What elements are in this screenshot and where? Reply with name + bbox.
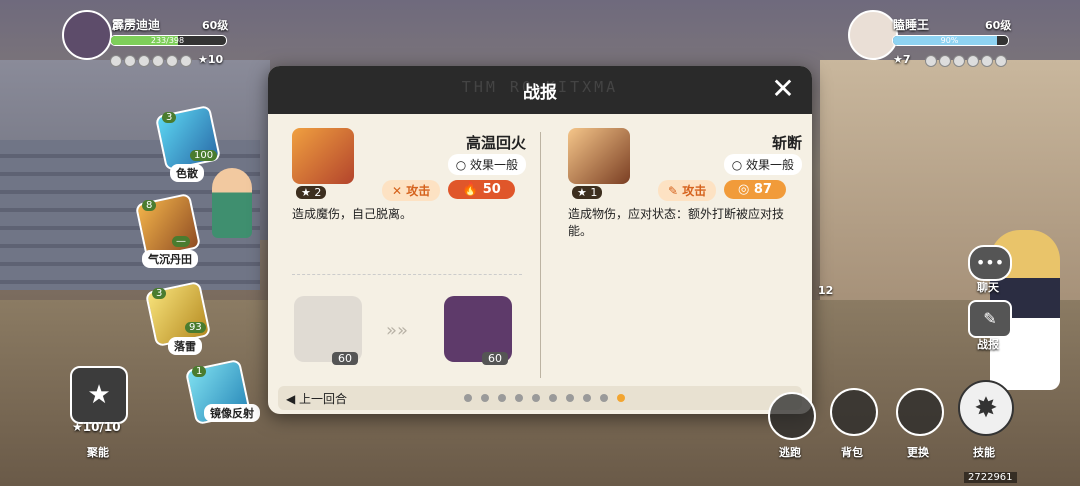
page-dot[interactable] bbox=[600, 394, 608, 402]
energy-count: ★10/10 bbox=[72, 420, 121, 434]
panel-divider bbox=[540, 132, 541, 378]
player-avatar[interactable] bbox=[62, 10, 112, 60]
skill-label: 镜像反射 bbox=[204, 404, 260, 422]
arrow-icon: »» bbox=[386, 320, 409, 341]
prev-round-button[interactable]: ◀ 上一回合 bbox=[286, 390, 347, 407]
player-name: 霹雳迪迪 bbox=[112, 18, 161, 32]
attack-tag: ✕ 攻击 bbox=[382, 180, 441, 201]
skill-label: 技能 bbox=[973, 446, 995, 459]
skill-count: 100 bbox=[190, 150, 218, 161]
cost-tag: ◎ 87 bbox=[724, 180, 786, 199]
opponent-coins: ★7 bbox=[893, 53, 911, 66]
opponent-hp-text: 90% bbox=[940, 36, 959, 45]
skill-count: — bbox=[172, 236, 190, 247]
cost-tag: 🔥 50 bbox=[448, 180, 515, 199]
player-coins: ★10 bbox=[198, 53, 224, 66]
modal-title: 战报 bbox=[523, 83, 557, 103]
build-id: 2722961 bbox=[964, 472, 1017, 483]
skill-label: 色散 bbox=[170, 164, 204, 182]
prev-round-label: 上一回合 bbox=[299, 392, 348, 406]
player-level: 60级 bbox=[202, 19, 229, 32]
skill-star: 3 bbox=[152, 288, 167, 299]
cost-value: 50 bbox=[482, 182, 501, 197]
escape-button[interactable] bbox=[768, 392, 816, 440]
star-icon: ★ bbox=[87, 380, 111, 410]
energy-button[interactable]: ★ bbox=[70, 366, 128, 424]
opponent-pips bbox=[925, 52, 1009, 71]
skill-star-value: 1 bbox=[590, 186, 598, 199]
skill-star: 3 bbox=[162, 112, 177, 123]
attack-type: 攻击 bbox=[682, 184, 707, 198]
page-dot[interactable] bbox=[498, 394, 506, 402]
player-hp-text: 233/398 bbox=[150, 36, 185, 45]
skill-star-badge: ★ 2 bbox=[296, 186, 327, 199]
skill-label: 落雷 bbox=[168, 337, 202, 355]
page-dot[interactable] bbox=[566, 394, 574, 402]
opponent-coin-count: 7 bbox=[902, 53, 911, 66]
escape-label: 逃跑 bbox=[779, 446, 801, 459]
page-dot[interactable] bbox=[464, 394, 472, 402]
attacker-panel: ★ 2 高温回火 ○ 效果一般 ✕ 攻击 🔥 50 造成魔伤，自己脱离。 60 … bbox=[282, 124, 532, 374]
skill-button[interactable]: ✸ bbox=[958, 380, 1014, 436]
modal-footer: ◀ 上一回合 bbox=[278, 386, 802, 410]
attack-type: 攻击 bbox=[406, 184, 431, 198]
page-dot[interactable] bbox=[583, 394, 591, 402]
page-dot[interactable] bbox=[549, 394, 557, 402]
energy-count-text: 10/10 bbox=[82, 420, 121, 434]
skill-count: 93 bbox=[185, 322, 206, 333]
skill-star: 1 bbox=[192, 366, 207, 377]
page-dot[interactable] bbox=[532, 394, 540, 402]
cost-value: 87 bbox=[753, 182, 772, 197]
attack-tag: ✎ 攻击 bbox=[658, 180, 717, 201]
defender-panel: ★ 1 斩断 ○ 效果一般 ✎ 攻击 ◎ 87 造成物伤，应对状态：额外打断被应… bbox=[558, 124, 808, 374]
skill-name: 斩断 bbox=[771, 134, 802, 152]
report-button[interactable]: ✎ bbox=[968, 300, 1012, 338]
separator bbox=[292, 274, 522, 275]
report-label: 战报 bbox=[977, 338, 999, 351]
fire-skill-icon bbox=[292, 128, 354, 184]
character-npc-2 bbox=[212, 168, 252, 238]
skill-star-value: 2 bbox=[314, 186, 322, 199]
player-coin-count: 10 bbox=[207, 53, 224, 66]
skill-description: 造成物伤，应对状态：额外打断被应对技能。 bbox=[568, 207, 785, 238]
side-count: 12 bbox=[818, 284, 834, 297]
bag-label: 背包 bbox=[841, 446, 863, 459]
skill-star: 8 bbox=[142, 200, 157, 211]
chat-label: 聊天 bbox=[977, 281, 999, 294]
effect-badge: ○ 效果一般 bbox=[723, 154, 802, 175]
effect-text: 效果一般 bbox=[745, 158, 794, 172]
page-dot[interactable] bbox=[617, 394, 625, 402]
close-icon: ✕ bbox=[771, 72, 795, 105]
opponent-name: 瞌睡王 bbox=[893, 18, 930, 32]
swap-button[interactable] bbox=[896, 388, 944, 436]
skill-label: 气沉丹田 bbox=[142, 250, 198, 268]
skill-star-badge: ★ 1 bbox=[572, 186, 603, 199]
chat-icon: ••• bbox=[975, 253, 1005, 272]
energy-label: 聚能 bbox=[87, 446, 109, 459]
battle-report-modal: THM RO KITXMA 战报 ✕ ★ 2 高温回火 ○ 效果一般 ✕ 攻击 … bbox=[268, 66, 812, 414]
opponent-level: 60级 bbox=[985, 19, 1012, 32]
close-button[interactable]: ✕ bbox=[768, 74, 798, 104]
skill-description: 造成魔伤，自己脱离。 bbox=[292, 207, 413, 221]
burst-icon: ✸ bbox=[974, 391, 998, 424]
page-dot[interactable] bbox=[481, 394, 489, 402]
page-dot[interactable] bbox=[515, 394, 523, 402]
player-pips bbox=[110, 52, 194, 71]
skill-name: 高温回火 bbox=[465, 134, 526, 152]
slash-skill-icon bbox=[568, 128, 630, 184]
effect-badge: ○ 效果一般 bbox=[447, 154, 526, 175]
opponent-avatar[interactable] bbox=[848, 10, 898, 60]
effect-text: 效果一般 bbox=[469, 158, 518, 172]
chat-button[interactable]: ••• bbox=[968, 245, 1012, 281]
report-icon: ✎ bbox=[983, 309, 997, 328]
pet-after-level: 60 bbox=[482, 352, 508, 365]
pet-before-level: 60 bbox=[332, 352, 358, 365]
swap-label: 更换 bbox=[907, 446, 929, 459]
bag-button[interactable] bbox=[830, 388, 878, 436]
page-dots bbox=[464, 394, 625, 402]
